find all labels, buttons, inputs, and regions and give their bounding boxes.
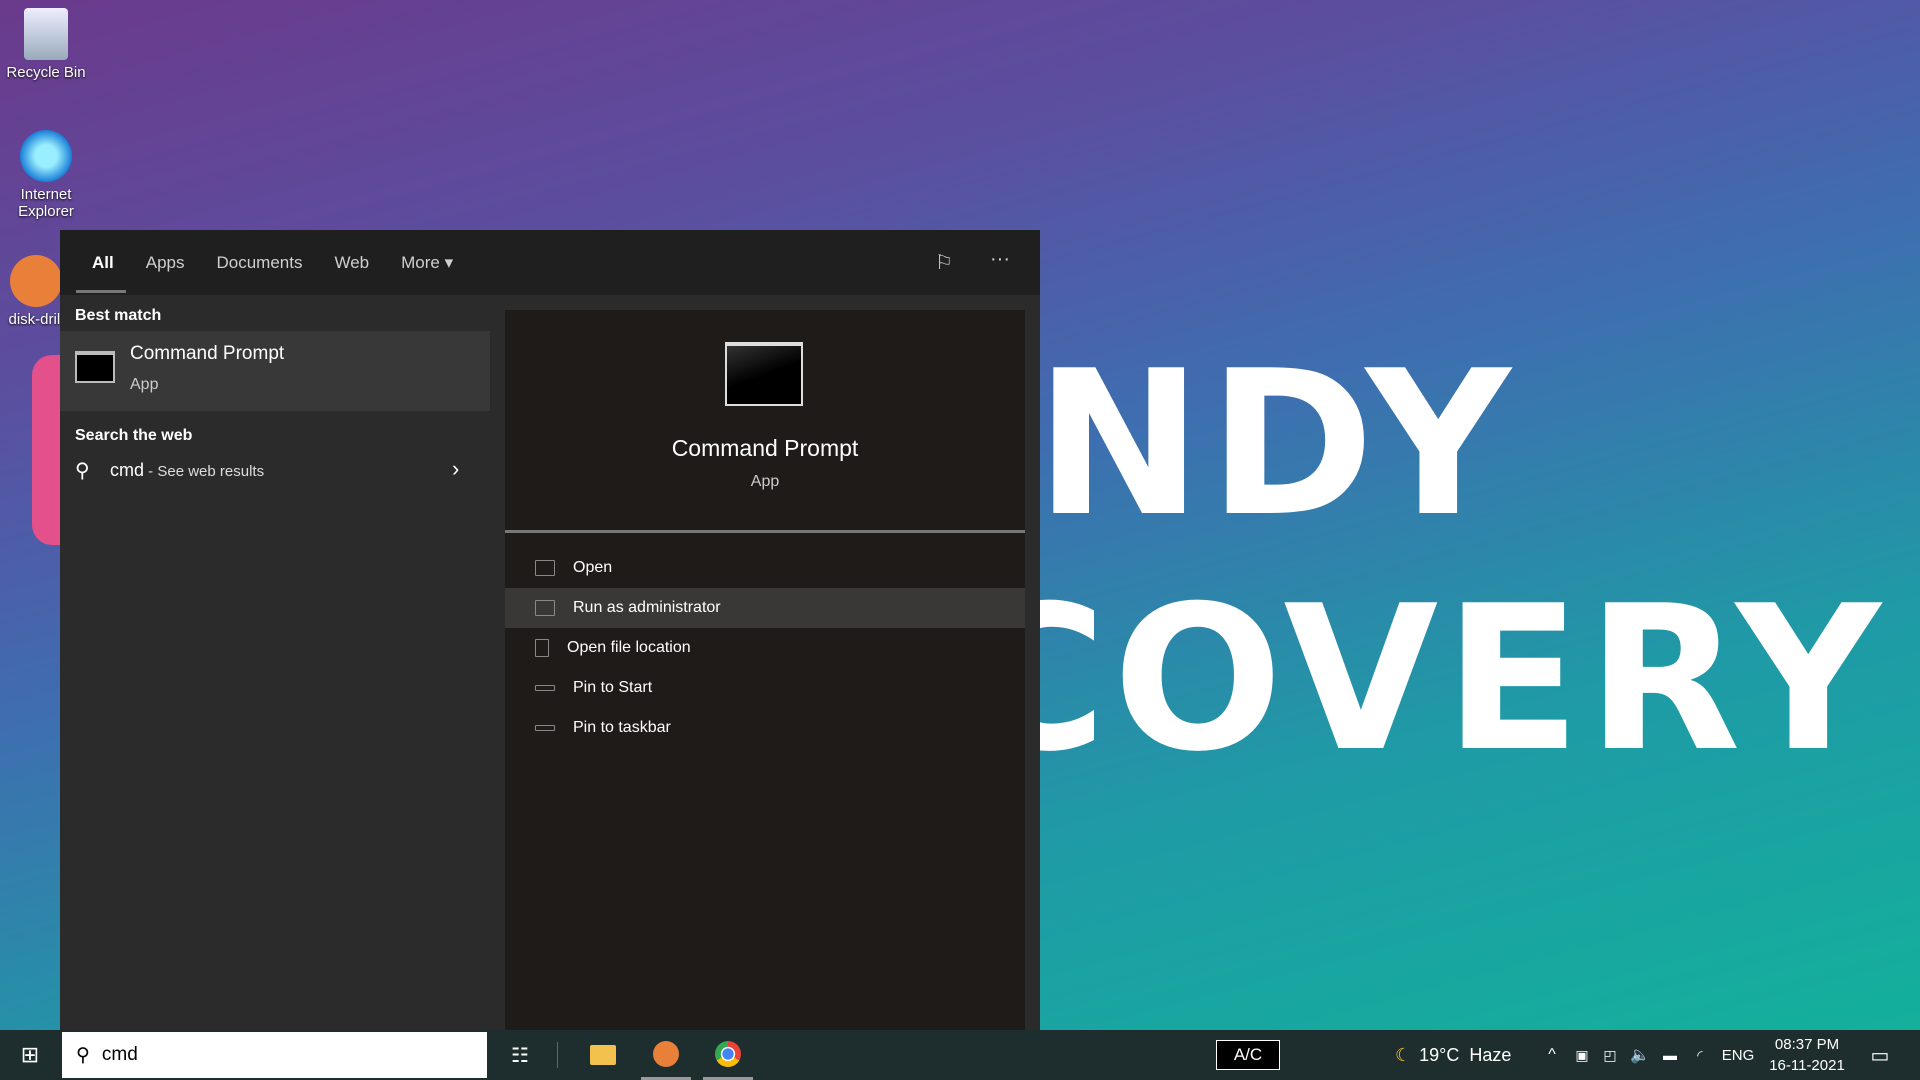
disk-drill-icon <box>10 255 62 307</box>
active-tab-indicator <box>76 290 126 293</box>
desktop-icon-internet-explorer[interactable]: Internet Explorer <box>0 130 92 220</box>
tab-more-label: More <box>401 252 440 272</box>
preview-subtitle: App <box>750 473 780 490</box>
action-label: Open <box>573 559 613 576</box>
notifications-icon[interactable]: ▭ <box>1862 1030 1898 1080</box>
windows-icon: ⊞ <box>20 1042 40 1067</box>
action-label: Pin to taskbar <box>573 719 671 736</box>
search-input[interactable]: cmd <box>102 1044 138 1066</box>
tab-apps[interactable]: Apps <box>146 253 185 273</box>
best-match-heading: Best match <box>75 307 162 324</box>
chevron-right-icon[interactable]: › <box>452 456 459 482</box>
shield-icon <box>535 600 555 616</box>
ac-indicator[interactable]: A/C <box>1216 1040 1280 1070</box>
preview-title: Command Prompt <box>671 435 859 461</box>
tab-all[interactable]: All <box>92 253 114 273</box>
taskbar: ⊞ ⚲ cmd ☷ A/C ☾ 19°C Haze ^ ▣ ◰ 🔈 ▬ ◜ ENG … <box>0 1030 1920 1080</box>
action-label: Run as administrator <box>573 599 721 616</box>
search-panel: All Apps Documents Web More ▾ ⚐ ··· Best… <box>60 230 1040 1030</box>
chrome-taskbar-button[interactable] <box>703 1030 753 1080</box>
start-button[interactable]: ⊞ <box>0 1030 60 1080</box>
moon-icon: ☾ <box>1395 1044 1412 1065</box>
network-status-icon[interactable]: ◰ <box>1598 1030 1622 1080</box>
web-result-item[interactable]: ⚲ cmd - See web results › <box>60 450 490 490</box>
folder-icon <box>535 639 549 657</box>
action-label: Open file location <box>567 639 691 656</box>
tab-web[interactable]: Web <box>334 253 369 273</box>
tab-documents[interactable]: Documents <box>216 253 302 273</box>
folder-icon <box>590 1045 616 1065</box>
web-query: cmd <box>110 460 145 480</box>
language-indicator[interactable]: ENG <box>1718 1030 1758 1080</box>
results-list: Best match Command Prompt App Search the… <box>60 295 490 1030</box>
recycle-bin-icon <box>24 8 68 60</box>
date: 16-11-2021 <box>1769 1057 1845 1074</box>
time: 08:37 PM <box>1774 1036 1840 1053</box>
pin-icon <box>535 685 555 691</box>
action-open-file-location[interactable]: Open file location <box>505 628 1025 668</box>
command-prompt-icon <box>75 351 115 383</box>
search-web-heading: Search the web <box>75 427 193 444</box>
battery-icon[interactable]: ▬ <box>1658 1030 1682 1080</box>
disk-drill-label: disk-drill <box>8 311 64 328</box>
pin-icon <box>535 725 555 731</box>
best-match-title: Command Prompt <box>130 343 285 364</box>
show-hidden-icons[interactable]: ^ <box>1540 1030 1564 1080</box>
weather-widget[interactable]: ☾ 19°C Haze <box>1395 1030 1525 1080</box>
disk-drill-taskbar-button[interactable] <box>641 1030 691 1080</box>
task-view-button[interactable]: ☷ <box>500 1030 540 1080</box>
weather-text: 19°C Haze <box>1419 1044 1512 1065</box>
best-match-subtitle: App <box>130 376 159 393</box>
volume-icon[interactable]: 🔈 <box>1628 1030 1652 1080</box>
desktop-icon-recycle-bin[interactable]: Recycle Bin <box>0 8 92 81</box>
internet-explorer-icon <box>20 130 72 182</box>
action-open[interactable]: Open <box>505 548 1025 588</box>
command-prompt-large-icon <box>725 342 803 406</box>
disk-drill-icon <box>653 1040 679 1067</box>
recycle-bin-label: Recycle Bin <box>6 64 86 81</box>
file-explorer-button[interactable] <box>580 1030 626 1080</box>
wallpaper-text-1: NDY <box>1035 328 1517 561</box>
taskbar-search-box[interactable]: ⚲ cmd <box>62 1032 487 1078</box>
clock[interactable]: 08:37 PM 16-11-2021 <box>1765 1034 1849 1076</box>
caret-down-icon: ▾ <box>444 252 454 272</box>
wifi-icon[interactable]: ◜ <box>1688 1030 1712 1080</box>
action-label: Pin to Start <box>573 679 653 696</box>
web-suffix: - See web results <box>144 463 265 480</box>
open-icon <box>535 560 555 576</box>
action-pin-to-start[interactable]: Pin to Start <box>505 668 1025 708</box>
action-pin-to-taskbar[interactable]: Pin to taskbar <box>505 708 1025 748</box>
web-result-text: cmd - See web results <box>110 460 264 481</box>
search-icon: ⚲ <box>75 460 90 482</box>
preview-pane: Command Prompt App Open Run as administr… <box>505 310 1025 1030</box>
internet-explorer-label: Internet Explorer <box>18 186 74 220</box>
best-match-item[interactable]: Command Prompt App <box>60 331 490 411</box>
action-run-as-administrator[interactable]: Run as administrator <box>505 588 1025 628</box>
tab-more[interactable]: More ▾ <box>401 253 453 273</box>
search-tabs: All Apps Documents Web More ▾ ⚐ ··· <box>60 230 1040 295</box>
more-options-icon[interactable]: ··· <box>990 248 1010 271</box>
divider <box>505 530 1025 533</box>
feedback-icon[interactable]: ⚐ <box>935 250 953 275</box>
search-icon: ⚲ <box>76 1044 90 1066</box>
meet-now-icon[interactable]: ▣ <box>1570 1030 1594 1080</box>
chrome-icon <box>715 1040 741 1067</box>
taskbar-separator <box>557 1042 558 1068</box>
wallpaper-text-2: COVERY <box>960 563 1887 796</box>
